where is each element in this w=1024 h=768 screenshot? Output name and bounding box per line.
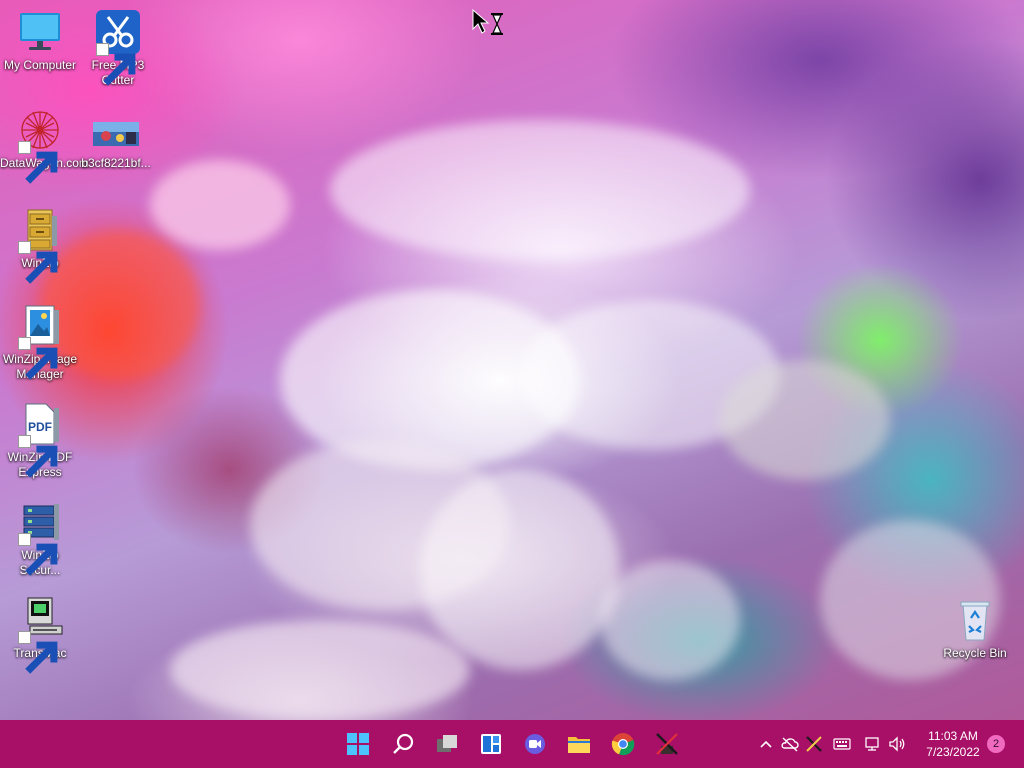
desktop-icon-winzip[interactable]: WinZip xyxy=(0,206,80,284)
task-view-button[interactable] xyxy=(431,728,463,760)
shortcut-arrow-icon xyxy=(18,241,58,284)
volume-icon xyxy=(889,736,905,752)
network-icon xyxy=(865,737,879,751)
desktop-icon-winzip-secure[interactable]: WinZip Secur... xyxy=(0,498,80,578)
search-icon xyxy=(393,733,414,754)
chat-icon xyxy=(525,734,545,754)
svg-text:PDF: PDF xyxy=(28,420,52,434)
file-explorer-button[interactable] xyxy=(563,728,595,760)
widgets-icon xyxy=(481,734,501,754)
image-manager-icon xyxy=(16,302,64,380)
desktop-icon-my-computer[interactable]: My Computer xyxy=(0,8,80,73)
desktop-icon-transmac[interactable]: TransMac xyxy=(0,596,80,674)
crossed-app-icon xyxy=(656,733,678,755)
widgets-button[interactable] xyxy=(475,728,507,760)
folder-icon xyxy=(568,737,590,753)
desktop-icon-label: My Computer xyxy=(3,58,77,72)
shortcut-arrow-icon xyxy=(18,141,58,184)
start-button[interactable] xyxy=(342,728,374,760)
shortcut-arrow-icon xyxy=(96,43,136,86)
shortcut-arrow-icon xyxy=(18,533,58,576)
shortcut-arrow-icon xyxy=(18,435,58,478)
onedrive-tray-button[interactable] xyxy=(780,734,800,754)
desktop-icon-datawagon[interactable]: DataWagon.com xyxy=(0,106,89,184)
search-button[interactable] xyxy=(387,728,419,760)
shortcut-arrow-icon xyxy=(18,337,58,380)
desktop-icon-label: b3cf8221bf... xyxy=(81,156,151,170)
taskbar: 11:03 AM 7/23/2022 xyxy=(0,720,1024,768)
chevron-up-icon xyxy=(760,740,772,748)
cloud-off-icon xyxy=(781,737,799,752)
keyboard-icon xyxy=(833,738,851,750)
task-view-icon xyxy=(437,735,457,752)
network-button[interactable] xyxy=(862,734,882,754)
image-thumbnail-icon xyxy=(92,118,140,154)
chrome-icon xyxy=(611,733,635,756)
busy-cursor-icon xyxy=(472,8,512,39)
desktop-wallpaper xyxy=(0,0,1024,720)
windows-start-icon xyxy=(347,733,369,755)
crossed-app-button[interactable] xyxy=(651,728,683,760)
desktop-icon-label: Recycle Bin xyxy=(943,646,1007,660)
clock-date: 7/23/2022 xyxy=(926,745,980,759)
desktop-icon-winzip-pdf-express[interactable]: PDF WinZip PDF Express xyxy=(0,400,80,480)
scissors-icon xyxy=(94,8,142,86)
crossed-app-tray-button[interactable] xyxy=(804,734,824,754)
desktop-icon-winzip-image-manager[interactable]: WinZip Image Manager xyxy=(0,302,80,382)
chat-button[interactable] xyxy=(519,728,551,760)
taskbar-clock[interactable]: 11:03 AM 7/23/2022 xyxy=(914,728,992,760)
recycle-bin-icon xyxy=(951,596,999,644)
mac-computer-icon xyxy=(16,596,64,674)
desktop-icon-free-mp3-cutter[interactable]: Free MP3 Cutter xyxy=(78,8,158,88)
monitor-icon xyxy=(16,8,64,56)
pdf-icon: PDF xyxy=(16,400,64,478)
secure-backup-icon xyxy=(16,498,64,576)
desktop-icon-recycle-bin[interactable]: Recycle Bin xyxy=(935,596,1015,661)
chrome-button[interactable] xyxy=(607,728,639,760)
crossed-app-icon xyxy=(806,736,822,752)
desktop-icon-b3cf8221bf[interactable]: b3cf8221bf... xyxy=(76,118,156,171)
shortcut-arrow-icon xyxy=(18,631,58,674)
show-hidden-icons-button[interactable] xyxy=(756,734,776,754)
input-indicator-button[interactable] xyxy=(832,734,852,754)
winzip-cabinet-icon xyxy=(16,206,64,284)
clock-time: 11:03 AM xyxy=(928,729,978,743)
datawagon-icon xyxy=(16,106,64,184)
notification-badge[interactable]: 2 xyxy=(987,735,1005,753)
volume-button[interactable] xyxy=(887,734,907,754)
